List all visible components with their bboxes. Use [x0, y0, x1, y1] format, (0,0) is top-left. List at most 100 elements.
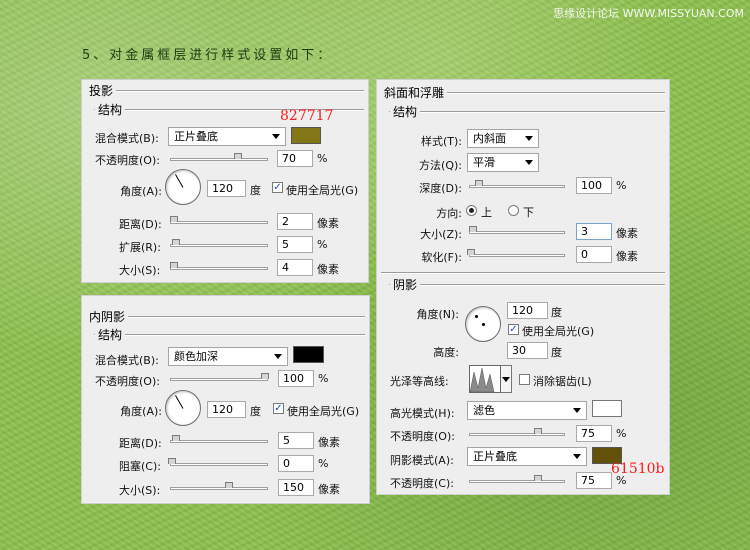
highlight-mode-label: 高光模式(H):: [390, 407, 455, 420]
direction-label: 方向:: [436, 207, 462, 220]
opacity-input[interactable]: 70: [277, 150, 313, 167]
altitude-label: 高度:: [433, 346, 459, 359]
spread-input[interactable]: 5: [277, 236, 313, 253]
angle-input[interactable]: 120: [207, 401, 246, 418]
shading-angle-dial[interactable]: [465, 306, 501, 342]
size-slider[interactable]: [169, 262, 268, 270]
global-light-label: 使用全局光(G): [522, 325, 595, 338]
slider-thumb[interactable]: [468, 226, 477, 237]
distance-slider[interactable]: [170, 435, 268, 443]
slider-thumb[interactable]: [261, 373, 270, 384]
distance-input[interactable]: 5: [278, 432, 314, 449]
angle-dial[interactable]: [165, 390, 201, 426]
pixel-unit: 像素: [616, 227, 638, 240]
percent-unit: %: [318, 457, 329, 470]
blend-mode-select[interactable]: 颜色加深: [168, 347, 288, 366]
opacity-slider[interactable]: [170, 153, 268, 161]
antialias-label: 消除锯齿(L): [533, 375, 592, 388]
highlight-color-swatch[interactable]: [592, 400, 622, 417]
slider-thumb[interactable]: [169, 262, 178, 273]
highlight-opacity-input[interactable]: 75: [576, 425, 612, 442]
altitude-input[interactable]: 30: [507, 342, 548, 359]
slider-thumb[interactable]: [167, 458, 176, 469]
slider-thumb[interactable]: [475, 180, 484, 191]
light-dot: [475, 315, 478, 318]
shadow-color-swatch[interactable]: [291, 127, 321, 144]
global-light-checkbox[interactable]: ✓: [508, 324, 519, 335]
chevron-down-icon: [573, 454, 581, 459]
gloss-contour-preview[interactable]: [469, 365, 501, 393]
direction-down-label: 下: [523, 206, 534, 219]
angle-label: 角度(A):: [120, 405, 162, 418]
slider-thumb[interactable]: [171, 435, 180, 446]
opacity-input[interactable]: 100: [278, 370, 314, 387]
divider: [94, 334, 365, 336]
bevel-style-select[interactable]: 内斜面: [467, 129, 539, 148]
slider-thumb[interactable]: [533, 428, 542, 439]
choke-slider[interactable]: [167, 458, 268, 466]
depth-slider[interactable]: [469, 180, 565, 188]
gloss-contour-dropdown[interactable]: [501, 365, 512, 393]
drop-shadow-panel: 投影 结构 混合模式(B): 正片叠底 827717 不透明度(O): 70 %…: [81, 79, 369, 283]
step-heading: 5、对金属框层进行样式设置如下：: [82, 48, 334, 63]
soften-label: 软化(F):: [421, 251, 462, 264]
highlight-opacity-slider[interactable]: [469, 428, 565, 436]
size-input[interactable]: 4: [277, 259, 313, 276]
opacity-slider[interactable]: [170, 373, 270, 381]
technique-label: 方法(Q):: [419, 159, 462, 172]
size-input[interactable]: 150: [278, 479, 314, 496]
depth-input[interactable]: 100: [576, 177, 612, 194]
chevron-down-icon: [274, 354, 282, 359]
size-slider[interactable]: [468, 226, 565, 234]
slider-thumb[interactable]: [224, 482, 233, 493]
global-light-checkbox[interactable]: ✓: [272, 182, 283, 193]
choke-label: 阻塞(C):: [119, 460, 161, 473]
slider-thumb[interactable]: [234, 153, 243, 164]
angle-label: 角度(A):: [120, 185, 162, 198]
shading-angle-label: 角度(N):: [416, 308, 459, 321]
distance-slider[interactable]: [169, 216, 268, 224]
pixel-unit: 像素: [317, 263, 339, 276]
slider-thumb[interactable]: [533, 475, 542, 486]
size-label: 大小(Z):: [420, 228, 462, 241]
distance-input[interactable]: 2: [277, 213, 313, 230]
slider-thumb[interactable]: [466, 249, 475, 260]
percent-unit: %: [318, 372, 329, 385]
size-label: 大小(S):: [119, 484, 161, 497]
direction-down-radio[interactable]: [508, 205, 519, 216]
soften-slider[interactable]: [466, 249, 565, 257]
slider-thumb[interactable]: [171, 239, 180, 250]
highlight-mode-value: 滤色: [473, 404, 495, 417]
shadow-color-swatch[interactable]: [293, 346, 324, 363]
bevel-emboss-panel: 斜面和浮雕 结构 样式(T): 内斜面 方法(Q): 平滑 深度(D): 100…: [376, 79, 670, 495]
watermark: 思缘设计论坛 WWW.MISSYUAN.COM: [553, 7, 744, 20]
angle-input[interactable]: 120: [207, 180, 246, 197]
angle-dial[interactable]: [165, 169, 201, 205]
shadow-opacity-input[interactable]: 75: [576, 472, 612, 489]
antialias-checkbox[interactable]: [519, 374, 530, 385]
choke-input[interactable]: 0: [278, 455, 314, 472]
highlight-opacity-label: 不透明度(O):: [390, 430, 455, 443]
shadow-opacity-slider[interactable]: [469, 475, 565, 483]
size-input[interactable]: 3: [576, 223, 612, 240]
angle-needle: [175, 395, 184, 409]
highlight-mode-select[interactable]: 滤色: [467, 401, 587, 420]
size-slider[interactable]: [170, 482, 268, 490]
shading-angle-input[interactable]: 120: [507, 302, 548, 319]
divider: [389, 111, 665, 113]
shadow-mode-select[interactable]: 正片叠底: [467, 447, 587, 466]
shadow-color-annotation: 61510b: [611, 461, 665, 477]
slider-thumb[interactable]: [169, 216, 178, 227]
global-light-checkbox[interactable]: ✓: [273, 403, 284, 414]
global-light-label: 使用全局光(G): [287, 405, 360, 418]
pixel-unit: 像素: [318, 436, 340, 449]
blend-mode-select[interactable]: 正片叠底: [168, 127, 286, 146]
blend-mode-label: 混合模式(B):: [95, 132, 159, 145]
opacity-label: 不透明度(O):: [95, 375, 160, 388]
divider: [381, 272, 665, 274]
angle-needle: [175, 174, 184, 188]
soften-input[interactable]: 0: [576, 246, 612, 263]
technique-select[interactable]: 平滑: [467, 153, 539, 172]
spread-slider[interactable]: [170, 239, 268, 247]
direction-up-radio[interactable]: [466, 205, 477, 216]
